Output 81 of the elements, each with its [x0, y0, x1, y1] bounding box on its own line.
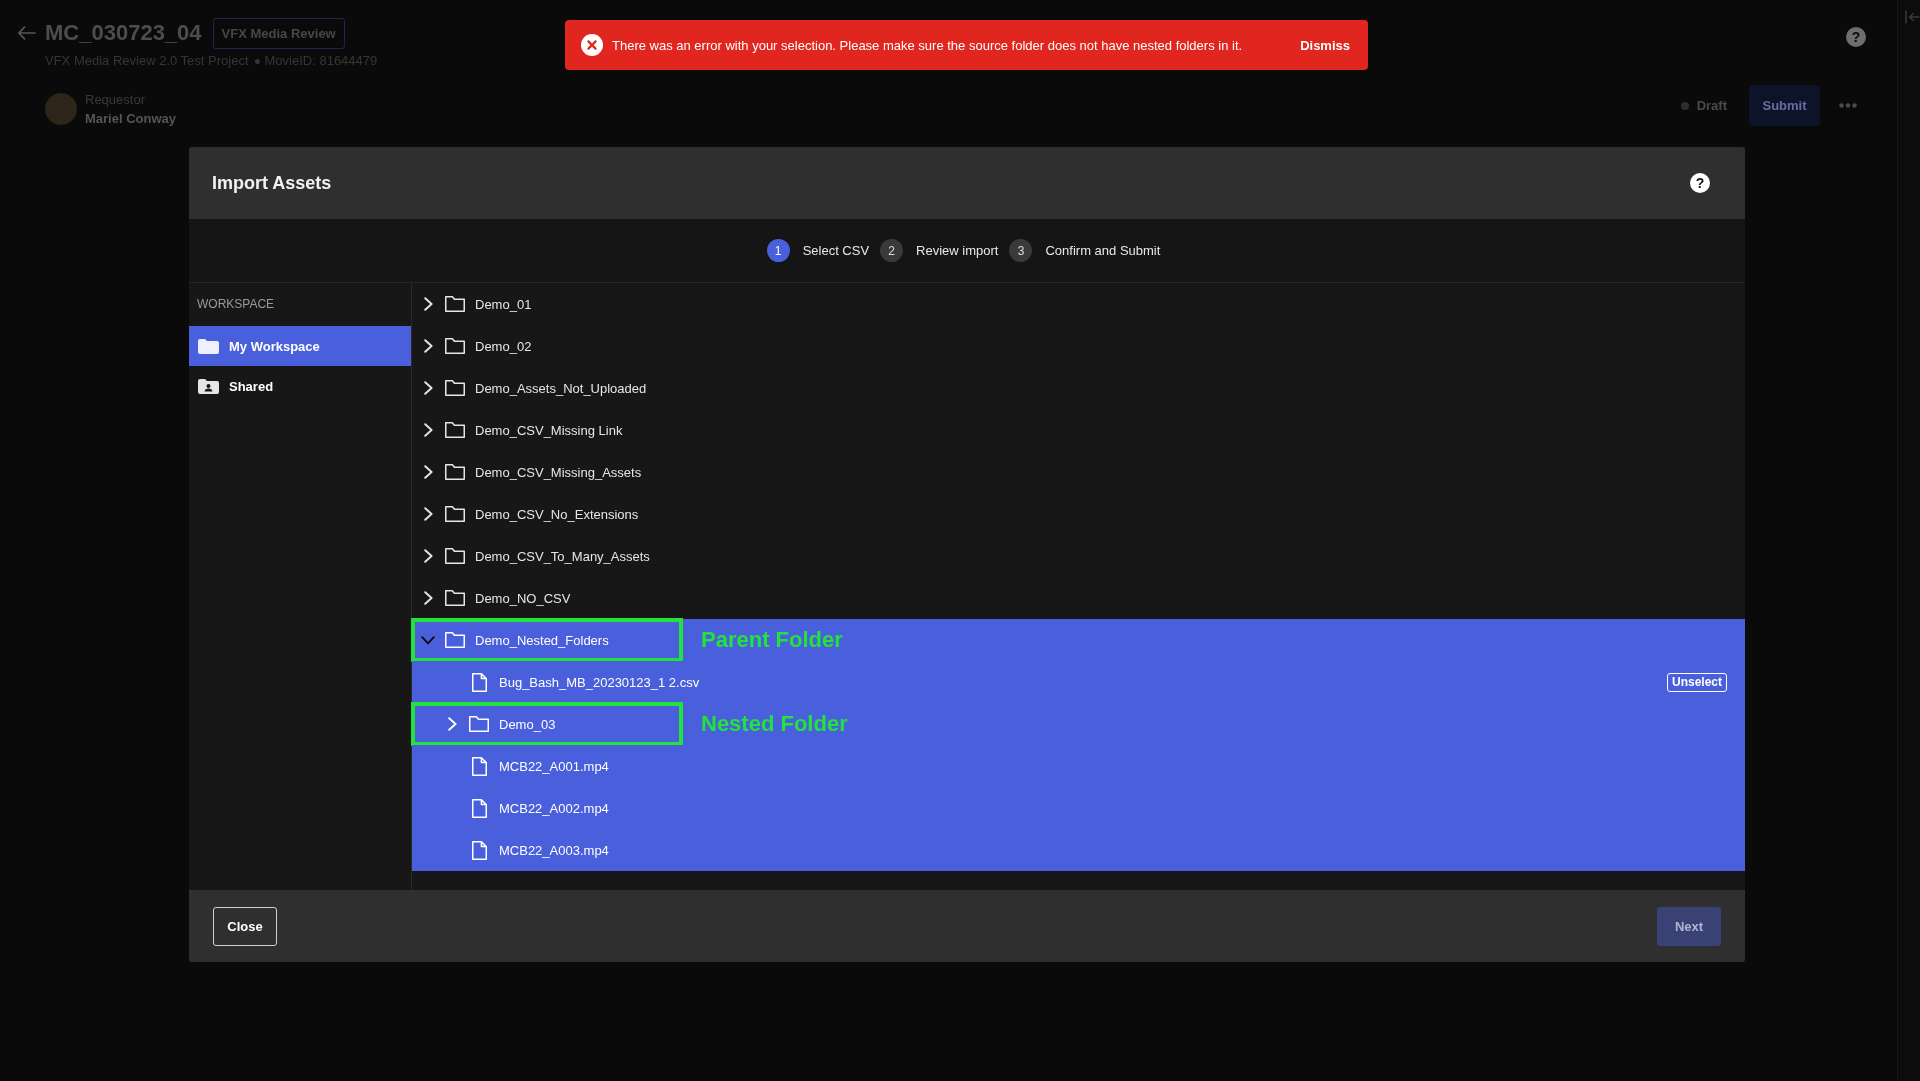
unselect-button[interactable]: Unselect	[1666, 672, 1727, 692]
status-dot	[1680, 101, 1689, 110]
annotation-label: Nested Folder	[701, 710, 848, 738]
tree-row[interactable]: Demo_NO_CSV	[412, 577, 1745, 619]
folder-name: Demo_02	[475, 338, 532, 354]
folder-icon	[445, 548, 465, 564]
step-label: Select CSV	[802, 243, 870, 258]
shared-folder-icon	[198, 378, 219, 394]
folder-icon	[445, 338, 465, 354]
chevron-right-icon[interactable]	[423, 423, 433, 437]
folder-name: Demo_Assets_Not_Uploaded	[475, 380, 647, 396]
folder-name: Demo_01	[475, 296, 532, 312]
sidebar-item[interactable]: Shared	[189, 366, 411, 406]
folder-name: Demo_CSV_To_Many_Assets	[475, 548, 650, 564]
chevron-right-icon[interactable]	[423, 591, 433, 605]
step-label: Review import	[916, 243, 999, 258]
file-icon	[471, 756, 487, 776]
step-number: 2	[880, 239, 904, 262]
folder-icon	[445, 464, 465, 480]
project-type-tag: VFX Media Review	[212, 17, 345, 49]
chevron-right-icon[interactable]	[423, 381, 433, 395]
file-name: MCB22_A003.mp4	[499, 842, 609, 858]
tree-row[interactable]: MCB22_A001.mp4	[412, 745, 1745, 787]
folder-icon	[198, 338, 219, 354]
error-message: There was an error with your selection. Please make sure the source folder does not have nested folders in it.	[612, 37, 1243, 53]
help-button[interactable]: ?	[1690, 173, 1710, 193]
folder-icon	[469, 716, 489, 732]
tree-row[interactable]: Bug_Bash_MB_20230123_1 2.csv Unselect	[412, 661, 1745, 703]
folder-icon	[445, 506, 465, 522]
help-button[interactable]: ?	[1846, 27, 1866, 47]
folder-name: Demo_CSV_No_Extensions	[475, 506, 639, 522]
bullet-icon	[254, 58, 260, 64]
tree-row[interactable]: MCB22_A003.mp4	[412, 829, 1745, 871]
tree-row[interactable]: Demo_Nested_Folders Parent Folder	[412, 619, 1745, 661]
avatar	[45, 93, 77, 125]
tree-row[interactable]: MCB22_A002.mp4	[412, 787, 1745, 829]
dismiss-button[interactable]: Dismiss	[1300, 37, 1350, 53]
chevron-right-icon[interactable]	[423, 465, 433, 479]
back-arrow-icon[interactable]	[17, 26, 36, 40]
file-icon	[471, 840, 487, 860]
section-heading: WORKSPACE	[196, 296, 276, 313]
folder-icon	[445, 632, 465, 648]
folder-name: Demo_03	[499, 716, 556, 732]
step-label: Confirm and Submit	[1045, 243, 1161, 258]
folder-name: Demo_NO_CSV	[475, 590, 571, 606]
folder-icon	[445, 590, 465, 606]
chevron-right-icon[interactable]	[423, 549, 433, 563]
folder-name: Demo_CSV_Missing_Assets	[475, 464, 642, 480]
folder-icon	[445, 296, 465, 312]
chevron-right-icon[interactable]	[423, 339, 433, 353]
close-button[interactable]: Close	[213, 906, 277, 946]
tree-row[interactable]: Demo_01	[412, 283, 1745, 325]
folder-icon	[445, 380, 465, 396]
file-name: Bug_Bash_MB_20230123_1 2.csv	[499, 674, 700, 690]
step-number: 1	[766, 239, 790, 262]
annotation-label: Parent Folder	[701, 626, 843, 654]
file-icon	[471, 672, 487, 692]
tree-row[interactable]: Demo_CSV_Missing Link	[412, 409, 1745, 451]
submit-button[interactable]: Submit	[1749, 85, 1820, 126]
tree-row[interactable]: Demo_02	[412, 325, 1745, 367]
tree-row[interactable]: Demo_03 Nested Folder	[412, 703, 1745, 745]
chevron-right-icon[interactable]	[423, 297, 433, 311]
project-title: MC_030723_04	[45, 19, 202, 47]
tree-row[interactable]: Demo_CSV_No_Extensions	[412, 493, 1745, 535]
chevron-down-icon[interactable]	[421, 635, 435, 645]
file-name: MCB22_A002.mp4	[499, 800, 609, 816]
folder-name: Demo_Nested_Folders	[475, 632, 609, 648]
tree-row[interactable]: Demo_Assets_Not_Uploaded	[412, 367, 1745, 409]
chevron-right-icon[interactable]	[423, 507, 433, 521]
status-label: Draft	[1696, 98, 1727, 113]
tree-row[interactable]: Demo_CSV_Missing_Assets	[412, 451, 1745, 493]
file-name: MCB22_A001.mp4	[499, 758, 609, 774]
error-icon	[581, 34, 603, 56]
step-number: 3	[1009, 239, 1033, 262]
dialog-title: Import Assets	[212, 172, 332, 194]
file-icon	[471, 798, 487, 818]
sidebar-item[interactable]: My Workspace	[189, 326, 411, 366]
folder-name: Demo_CSV_Missing Link	[475, 422, 623, 438]
requestor-name: Mariel Conway	[85, 110, 177, 128]
tree-row[interactable]: Demo_CSV_To_Many_Assets	[412, 535, 1745, 577]
folder-icon	[445, 422, 465, 438]
